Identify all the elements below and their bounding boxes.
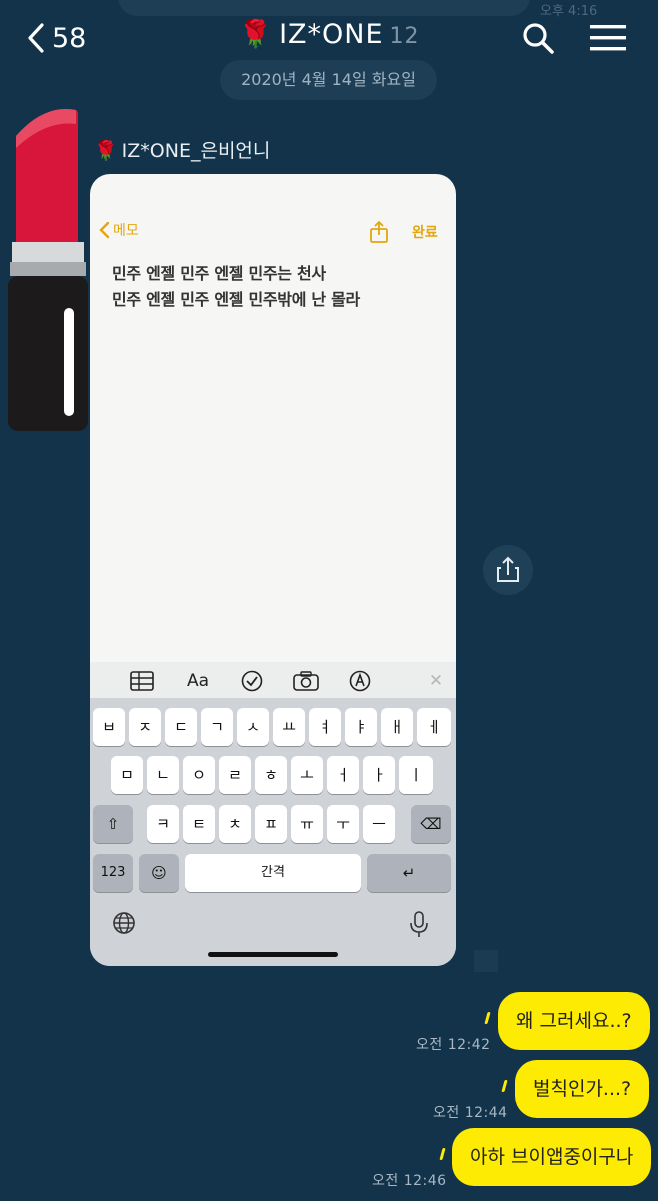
key: ㅐ <box>381 708 413 746</box>
key: ㅁ <box>111 756 143 794</box>
hamburger-menu-icon <box>590 25 626 51</box>
memo-back-link: 메모 <box>98 220 139 240</box>
globe-icon <box>112 911 138 937</box>
search-button[interactable] <box>520 20 556 56</box>
emoji-icon: ☺ <box>139 854 179 892</box>
camera-icon <box>290 666 322 696</box>
key: ㅜ <box>327 805 359 843</box>
key: ㅌ <box>183 805 215 843</box>
microphone-icon <box>408 910 430 938</box>
chat-room-title: 🌹 IZ*ONE 12 <box>0 18 658 50</box>
blurred-patch <box>474 950 498 972</box>
shift-icon: ⇧ <box>93 805 133 843</box>
memo-toolbar: Aa ✕ <box>90 662 456 700</box>
format-label: Aa <box>186 671 210 691</box>
key: ㅛ <box>273 708 305 746</box>
delete-icon: ⌫ <box>411 805 451 843</box>
rose-icon: 🌹 <box>238 19 274 50</box>
key: ㅂ <box>93 708 125 746</box>
message-time: 오전 12:44 <box>433 1105 508 1121</box>
lipstick-avatar-image <box>8 109 88 431</box>
memo-share-icon <box>368 220 390 244</box>
shared-photo[interactable]: 메모 완료 민주 엔젤 민주 엔젤 민주는 천사 민주 엔젤 민주 엔젤 민주밖… <box>90 174 456 966</box>
sender-name: 🌹 IZ*ONE_은비언니 <box>94 136 270 163</box>
key: ㅣ <box>399 756 433 794</box>
read-tick <box>501 1080 508 1092</box>
close-icon: ✕ <box>428 671 444 691</box>
key: ㄹ <box>219 756 251 794</box>
key: ㄷ <box>165 708 197 746</box>
key: ㅕ <box>309 708 341 746</box>
date-divider: 2020년 4월 14일 화요일 <box>220 60 437 100</box>
room-name: IZ*ONE <box>279 19 384 50</box>
numbers-key: 123 <box>93 854 133 892</box>
key: ㅋ <box>147 805 179 843</box>
message-bubble[interactable]: 벌칙인가...? <box>515 1060 650 1118</box>
checkmark-circle-icon <box>236 666 268 696</box>
key: ㄴ <box>147 756 179 794</box>
key: ㅎ <box>255 756 287 794</box>
memo-line-2: 민주 엔젤 민주 엔젤 민주밖에 난 몰라 <box>112 290 360 309</box>
search-icon <box>523 23 554 54</box>
memo-done-label: 완료 <box>412 225 438 241</box>
key: ㅠ <box>291 805 323 843</box>
return-icon: ↵ <box>367 854 451 892</box>
memo-line-1: 민주 엔젤 민주 엔젤 민주는 천사 <box>112 264 326 283</box>
key: ㅊ <box>219 805 251 843</box>
share-icon <box>497 556 519 582</box>
sender-name-text: IZ*ONE_은비언니 <box>121 140 271 162</box>
key: ㅑ <box>345 708 377 746</box>
message-bubble[interactable]: 왜 그러세요..? <box>498 992 650 1050</box>
back-chevron-icon <box>99 221 110 239</box>
key: ㅡ <box>363 805 395 843</box>
read-tick <box>439 1148 446 1160</box>
key: ㅍ <box>255 805 287 843</box>
key: ㅇ <box>183 756 215 794</box>
key: ㄱ <box>201 708 233 746</box>
grid-table-icon <box>126 666 158 696</box>
space-key: 간격 <box>185 854 361 892</box>
message-time: 오전 12:42 <box>416 1037 491 1053</box>
key: ㅅ <box>237 708 269 746</box>
member-count: 12 <box>389 24 420 49</box>
message-bubble[interactable]: 아하 브이앱중이구나 <box>452 1128 652 1186</box>
share-button[interactable] <box>483 545 533 595</box>
sender-avatar[interactable] <box>6 104 88 436</box>
key: ㅓ <box>327 756 359 794</box>
home-indicator <box>208 952 338 957</box>
key: ㅈ <box>129 708 161 746</box>
memo-back-label: 메모 <box>113 223 139 239</box>
message-time: 오전 12:46 <box>372 1173 447 1189</box>
key: ㅔ <box>417 708 451 746</box>
key: ㅗ <box>291 756 323 794</box>
key: ㅏ <box>363 756 395 794</box>
read-tick <box>484 1012 491 1024</box>
menu-button[interactable] <box>588 22 628 54</box>
rose-icon: 🌹 <box>94 140 118 162</box>
pen-markup-icon <box>344 666 376 696</box>
keyboard: ㅂ ㅈ ㄷ ㄱ ㅅ ㅛ ㅕ ㅑ ㅐ ㅔ ㅁ ㄴ ㅇ ㄹ ㅎ ㅗ ㅓ ㅏ ㅣ ⇧ … <box>90 698 456 966</box>
